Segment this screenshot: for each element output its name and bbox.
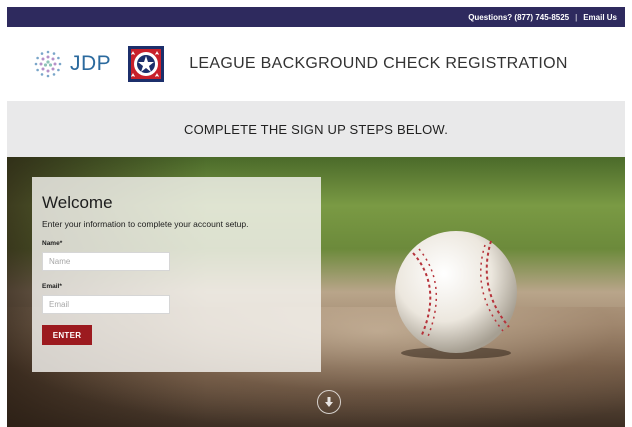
jdp-logo[interactable]: JDP [33,49,111,79]
welcome-subtitle: Enter your information to complete your … [42,219,249,229]
questions-phone-link[interactable]: Questions? (877) 745-8525 [468,13,569,22]
email-label: Email* [42,283,62,290]
jdp-dots-logo-icon [34,50,62,78]
welcome-form-panel: Welcome Enter your information to comple… [32,177,321,372]
email-input[interactable] [42,295,170,314]
page-title: LEAGUE BACKGROUND CHECK REGISTRATION [189,55,568,72]
baseball-image [395,231,517,359]
email-us-link[interactable]: Email Us [583,13,617,22]
jdp-logo-text: JDP [70,52,112,75]
enter-button[interactable]: ENTER [42,325,92,345]
signup-steps-banner: COMPLETE THE SIGN UP STEPS BELOW. [7,101,625,157]
topbar-separator: | [575,12,578,22]
hero-section: Welcome Enter your information to comple… [7,157,625,427]
league-badge-icon [128,46,165,82]
name-label: Name* [42,240,63,247]
site-header: JDP LEAGUE BACKGROUND CHECK REGISTRATION [7,27,625,101]
banner-text: COMPLETE THE SIGN UP STEPS BELOW. [183,121,449,137]
name-input[interactable] [42,252,170,271]
welcome-heading: Welcome [42,193,113,212]
top-bar: Questions? (877) 745-8525 | Email Us [7,7,625,27]
scroll-down-button[interactable] [317,390,341,414]
arrow-down-icon [325,397,333,407]
